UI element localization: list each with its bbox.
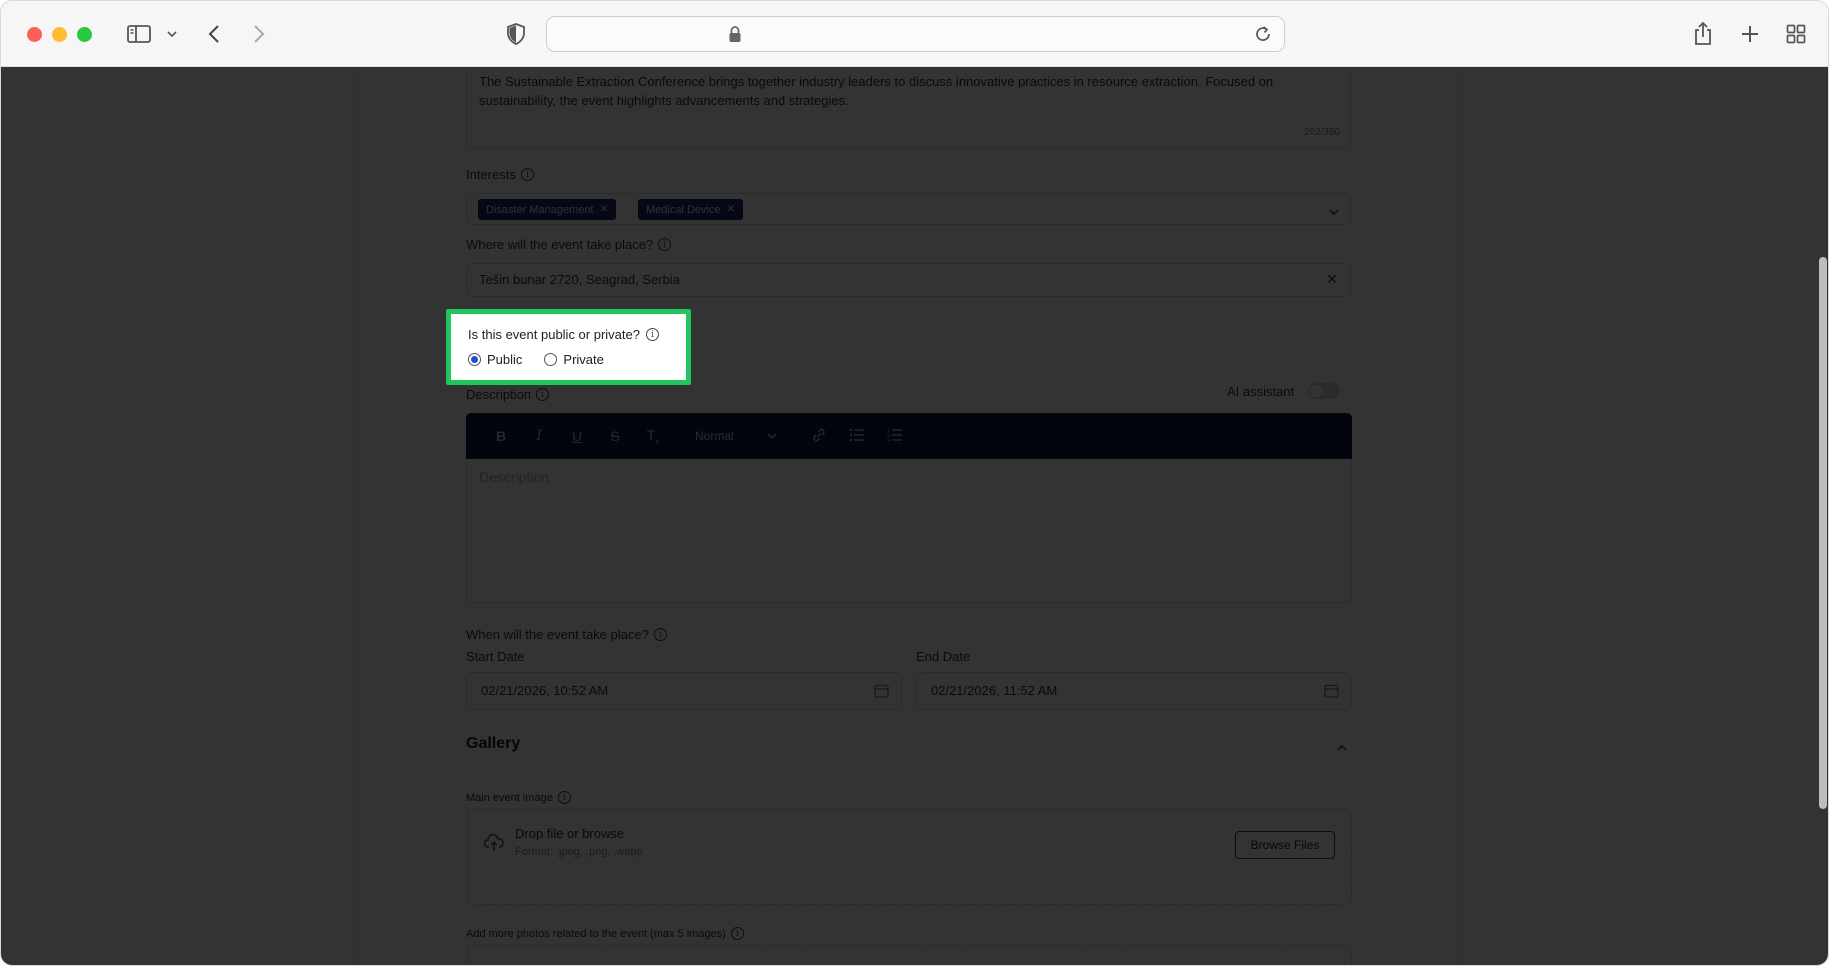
sidebar-icon[interactable] <box>125 19 153 49</box>
when-label: When will the event take place? i <box>466 627 667 642</box>
forward-icon[interactable] <box>249 19 269 49</box>
chevron-down-icon[interactable] <box>165 19 179 49</box>
interests-select[interactable]: Disaster Management ✕ Medical Device ✕ <box>466 193 1351 225</box>
back-icon[interactable] <box>204 19 224 49</box>
end-date-input[interactable]: 02/21/2026, 11:52 AM <box>916 672 1352 710</box>
interests-label-text: Interests <box>466 167 516 182</box>
remove-chip-icon[interactable]: ✕ <box>600 204 608 215</box>
interest-chip-label: Medical Device <box>646 203 721 216</box>
main-image-label: Main event image i <box>466 791 571 804</box>
calendar-icon[interactable] <box>874 683 889 701</box>
end-date-value: 02/21/2026, 11:52 AM <box>931 683 1058 698</box>
tab-grid-icon[interactable] <box>1785 19 1807 49</box>
private-radio-label[interactable]: Private <box>563 352 603 367</box>
lock-icon <box>728 26 742 48</box>
info-icon[interactable]: i <box>645 328 659 341</box>
interest-chip-label: Disaster Management <box>486 203 594 216</box>
clear-icon[interactable]: ✕ <box>1326 271 1338 288</box>
end-date-label: End Date <box>916 649 971 664</box>
browse-files-button[interactable]: Browse Files <box>1235 831 1335 859</box>
location-label-text: Where will the event take place? <box>466 237 654 252</box>
info-icon[interactable]: i <box>536 388 550 401</box>
interest-chip[interactable]: Medical Device ✕ <box>638 199 743 220</box>
public-radio-label[interactable]: Public <box>487 352 522 367</box>
numbered-list-icon[interactable]: 123 <box>876 428 914 445</box>
more-photos-label-text: Add more photos related to the event (ma… <box>466 927 726 940</box>
share-icon[interactable] <box>1691 19 1715 49</box>
location-value: Tešin bunar 2720, Seagrad, Serbia <box>479 272 680 287</box>
editor-placeholder: Description <box>479 469 550 485</box>
chevron-down-icon[interactable] <box>1328 203 1340 221</box>
location-label: Where will the event take place? i <box>466 237 672 252</box>
interests-label: Interests i <box>466 167 534 182</box>
start-date-value: 02/21/2026, 10:52 AM <box>481 683 609 698</box>
info-icon[interactable]: i <box>557 791 571 804</box>
strikethrough-icon[interactable]: S <box>596 428 634 444</box>
reload-icon[interactable] <box>1254 25 1272 48</box>
location-input[interactable]: Tešin bunar 2720, Seagrad, Serbia ✕ <box>466 263 1351 297</box>
summary-textarea[interactable]: The Sustainable Extraction Conference br… <box>466 67 1351 149</box>
close-window-button[interactable] <box>27 27 42 42</box>
info-icon[interactable]: i <box>658 238 672 251</box>
chevron-up-icon[interactable] <box>1336 739 1348 757</box>
private-radio[interactable] <box>544 353 558 366</box>
browser-toolbar <box>1 1 1828 67</box>
public-radio[interactable] <box>468 353 481 366</box>
cloud-upload-icon <box>483 833 504 857</box>
underline-icon[interactable]: U <box>558 428 596 444</box>
start-date-label: Start Date <box>466 649 525 664</box>
svg-text:3: 3 <box>887 438 890 442</box>
description-label-text: Description <box>466 387 532 402</box>
main-image-dropzone[interactable]: Drop file or browse Format: .jpeg, .png,… <box>467 809 1352 905</box>
chevron-down-icon <box>767 433 777 439</box>
browser-window: The Sustainable Extraction Conference br… <box>0 0 1829 966</box>
shield-icon[interactable] <box>505 19 527 49</box>
calendar-icon[interactable] <box>1324 683 1339 701</box>
bullet-list-icon[interactable] <box>838 428 876 445</box>
description-label: Description i <box>466 387 550 402</box>
info-icon[interactable]: i <box>653 628 667 641</box>
summary-text: The Sustainable Extraction Conference br… <box>479 74 1274 108</box>
address-bar[interactable] <box>546 16 1285 52</box>
visibility-radio-group: Public Private <box>468 352 604 367</box>
visibility-label-text: Is this event public or private? <box>468 327 640 342</box>
editor-toolbar: B I U S Tx Normal 123 <box>466 413 1352 459</box>
more-photos-label: Add more photos related to the event (ma… <box>466 927 744 940</box>
ai-assistant-label: AI assistant <box>1227 383 1295 399</box>
clear-format-icon[interactable]: Tx <box>634 427 672 446</box>
link-icon[interactable] <box>800 427 838 446</box>
character-counter: 202/350 <box>1303 127 1340 138</box>
info-icon[interactable]: i <box>730 927 744 940</box>
main-image-label-text: Main event image <box>466 791 553 804</box>
zoom-window-button[interactable] <box>77 27 92 42</box>
gallery-title: Gallery <box>466 735 521 752</box>
text-style-value: Normal <box>695 429 734 443</box>
ai-assistant-toggle[interactable] <box>1308 383 1341 399</box>
when-label-text: When will the event take place? <box>466 627 649 642</box>
page-scrollbar[interactable] <box>1819 257 1827 809</box>
interest-chip[interactable]: Disaster Management ✕ <box>478 199 616 220</box>
page-viewport: The Sustainable Extraction Conference br… <box>1 67 1828 965</box>
bold-icon[interactable]: B <box>482 428 520 444</box>
minimize-window-button[interactable] <box>52 27 67 42</box>
remove-chip-icon[interactable]: ✕ <box>727 204 735 215</box>
description-editor[interactable]: Description <box>466 459 1352 603</box>
plus-icon[interactable] <box>1739 19 1761 49</box>
ai-assistant-row: AI assistant <box>1227 383 1341 399</box>
more-photos-dropzone[interactable] <box>467 945 1352 965</box>
upload-formats: Format: .jpeg, .png, .webp <box>515 846 643 858</box>
visibility-section: Is this event public or private? i Publi… <box>446 309 691 385</box>
info-icon[interactable]: i <box>520 168 534 181</box>
text-style-select[interactable]: Normal <box>686 424 786 448</box>
upload-title: Drop file or browse <box>515 826 625 841</box>
start-date-input[interactable]: 02/21/2026, 10:52 AM <box>466 672 902 710</box>
italic-icon[interactable]: I <box>520 428 558 444</box>
visibility-label: Is this event public or private? i <box>468 327 659 342</box>
